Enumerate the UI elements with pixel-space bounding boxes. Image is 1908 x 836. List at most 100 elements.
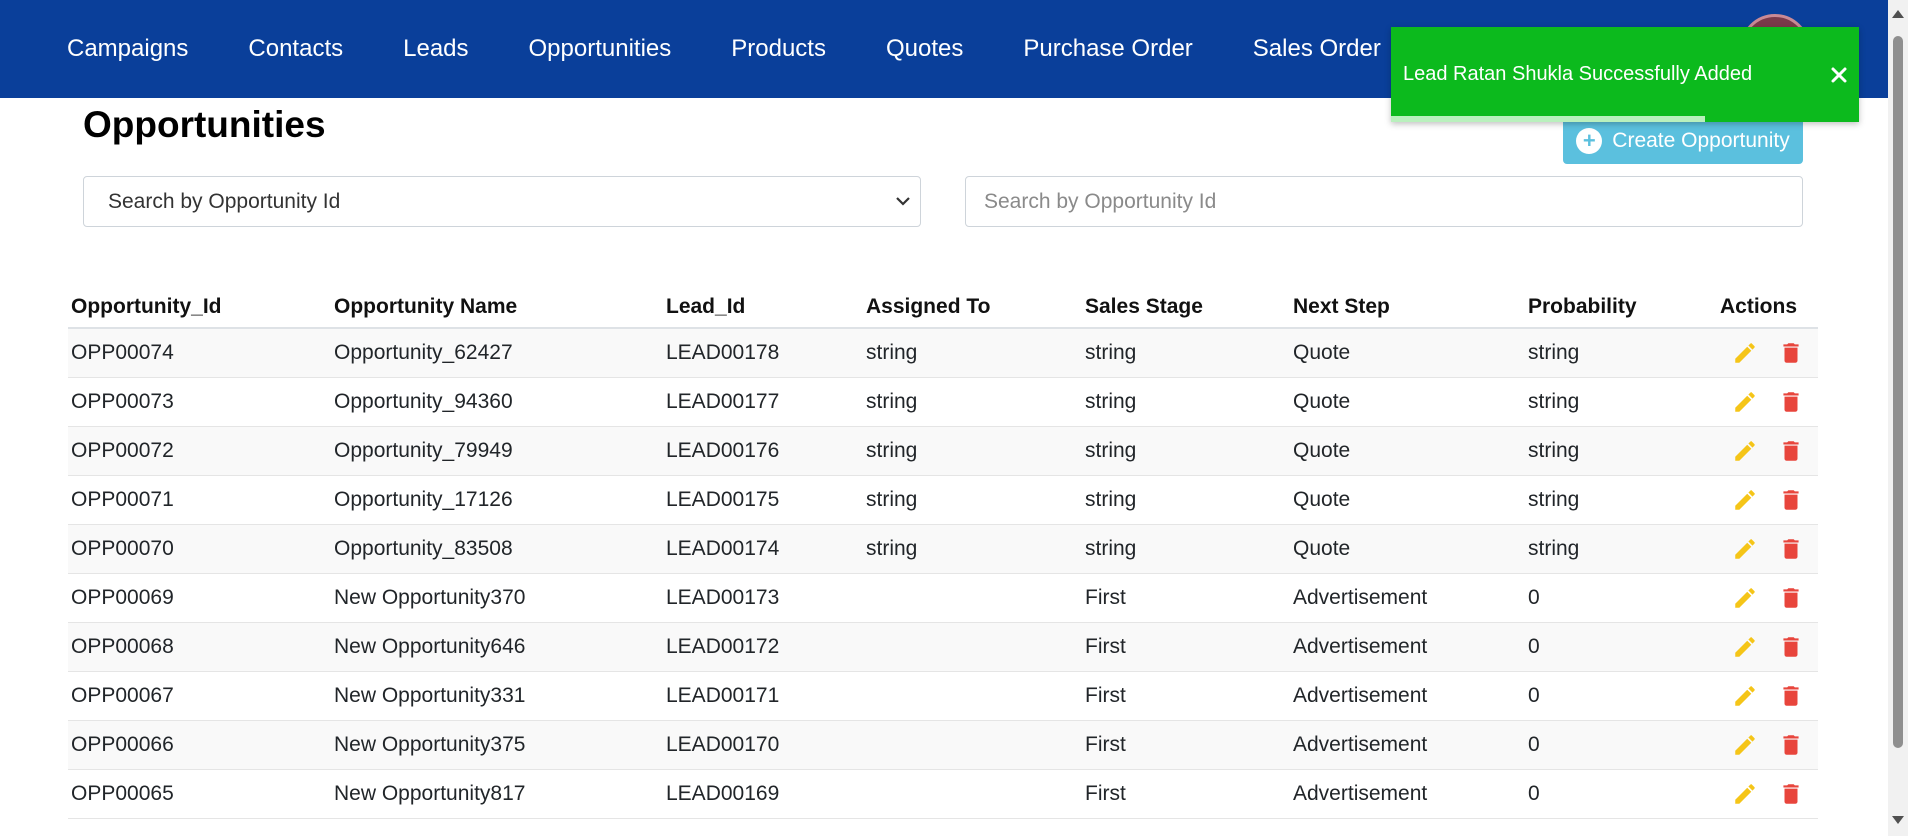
trash-icon[interactable] [1778,339,1804,367]
col-header-opportunity-id[interactable]: Opportunity_Id [68,286,331,329]
pencil-icon[interactable] [1732,486,1758,514]
col-header-assigned-to[interactable]: Assigned To [863,286,1082,329]
cell-next-step: Quote [1290,426,1525,476]
toast-progress-bar [1391,116,1705,122]
cell-lead-id: LEAD00170 [663,720,863,770]
pencil-icon[interactable] [1732,437,1758,465]
cell-probability: 0 [1525,769,1717,819]
table-row: OPP00072 Opportunity_79949 LEAD00176 string… [68,426,1818,476]
cell-lead-id: LEAD00171 [663,671,863,721]
cell-opportunity-id: OPP00072 [68,426,331,476]
table-row: OPP00066 New Opportunity375 LEAD00170 First… [68,720,1818,770]
scroll-up-arrow-icon[interactable] [1892,10,1904,18]
cell-probability: 0 [1525,720,1717,770]
table-row: OPP00071 Opportunity_17126 LEAD00175 string… [68,475,1818,525]
cell-assigned-to [863,573,1082,623]
cell-lead-id: LEAD00172 [663,622,863,672]
cell-probability: 0 [1525,622,1717,672]
col-header-sales-stage[interactable]: Sales Stage [1082,286,1290,329]
cell-probability: string [1525,328,1717,378]
page-scrollbar[interactable] [1888,0,1908,836]
nav-item-campaigns[interactable]: Campaigns [49,0,206,98]
nav-item-purchase-order[interactable]: Purchase Order [1005,0,1210,98]
cell-actions [1717,328,1818,378]
plus-circle-icon: + [1576,128,1603,154]
cell-opportunity-id: OPP00070 [68,524,331,574]
cell-probability: string [1525,426,1717,476]
cell-sales-stage: string [1082,426,1290,476]
cell-next-step: Quote [1290,377,1525,427]
trash-icon[interactable] [1778,388,1804,416]
cell-actions [1717,720,1818,770]
pencil-icon[interactable] [1732,388,1758,416]
nav-item-products[interactable]: Products [713,0,844,98]
cell-assigned-to: string [863,377,1082,427]
cell-opportunity-id: OPP00065 [68,769,331,819]
scroll-thumb[interactable] [1893,36,1903,748]
cell-opportunity-id: OPP00066 [68,720,331,770]
trash-icon[interactable] [1778,584,1804,612]
trash-icon[interactable] [1778,633,1804,661]
chevron-down-icon [896,197,910,206]
cell-assigned-to: string [863,475,1082,525]
cell-assigned-to [863,671,1082,721]
cell-next-step: Advertisement [1290,622,1525,672]
trash-icon[interactable] [1778,780,1804,808]
cell-lead-id: LEAD00176 [663,426,863,476]
search-input[interactable] [965,176,1803,227]
cell-opportunity-name: Opportunity_94360 [331,377,663,427]
col-header-probability[interactable]: Probability [1525,286,1717,329]
cell-next-step: Advertisement [1290,573,1525,623]
trash-icon[interactable] [1778,486,1804,514]
cell-sales-stage: string [1082,377,1290,427]
trash-icon[interactable] [1778,682,1804,710]
nav-item-opportunities[interactable]: Opportunities [511,0,690,98]
nav-item-contacts[interactable]: Contacts [230,0,361,98]
pencil-icon[interactable] [1732,339,1758,367]
trash-icon[interactable] [1778,535,1804,563]
trash-icon[interactable] [1778,731,1804,759]
cell-opportunity-id: OPP00068 [68,622,331,672]
col-header-lead-id[interactable]: Lead_Id [663,286,863,329]
cell-sales-stage: First [1082,769,1290,819]
cell-lead-id: LEAD00175 [663,475,863,525]
cell-assigned-to: string [863,426,1082,476]
cell-next-step: Quote [1290,328,1525,378]
table-row: OPP00073 Opportunity_94360 LEAD00177 string… [68,377,1818,427]
cell-sales-stage: First [1082,720,1290,770]
col-header-opportunity-name[interactable]: Opportunity Name [331,286,663,329]
pencil-icon[interactable] [1732,731,1758,759]
cell-actions [1717,769,1818,819]
create-opportunity-button[interactable]: + Create Opportunity [1563,118,1803,164]
pencil-icon[interactable] [1732,535,1758,563]
cell-actions [1717,377,1818,427]
cell-opportunity-id: OPP00074 [68,328,331,378]
cell-lead-id: LEAD00169 [663,769,863,819]
pencil-icon[interactable] [1732,584,1758,612]
table-row: OPP00070 Opportunity_83508 LEAD00174 string… [68,524,1818,574]
pencil-icon[interactable] [1732,682,1758,710]
cell-actions [1717,622,1818,672]
cell-assigned-to [863,720,1082,770]
table-row: OPP00069 New Opportunity370 LEAD00173 First… [68,573,1818,623]
table-row: OPP00065 New Opportunity817 LEAD00169 First… [68,769,1818,819]
scroll-down-arrow-icon[interactable] [1892,816,1904,824]
cell-actions [1717,671,1818,721]
cell-opportunity-name: Opportunity_83508 [331,524,663,574]
cell-next-step: Advertisement [1290,769,1525,819]
nav-item-quotes[interactable]: Quotes [868,0,981,98]
nav-item-sales-order[interactable]: Sales Order [1235,0,1399,98]
nav-item-leads[interactable]: Leads [385,0,486,98]
cell-opportunity-id: OPP00069 [68,573,331,623]
pencil-icon[interactable] [1732,780,1758,808]
cell-assigned-to: string [863,524,1082,574]
col-header-next-step[interactable]: Next Step [1290,286,1525,329]
cell-lead-id: LEAD00174 [663,524,863,574]
close-icon[interactable] [1829,65,1849,85]
pencil-icon[interactable] [1732,633,1758,661]
search-field-select[interactable]: Search by Opportunity Id [83,176,921,227]
table-row: OPP00068 New Opportunity646 LEAD00172 First… [68,622,1818,672]
trash-icon[interactable] [1778,437,1804,465]
cell-next-step: Advertisement [1290,720,1525,770]
cell-assigned-to [863,769,1082,819]
